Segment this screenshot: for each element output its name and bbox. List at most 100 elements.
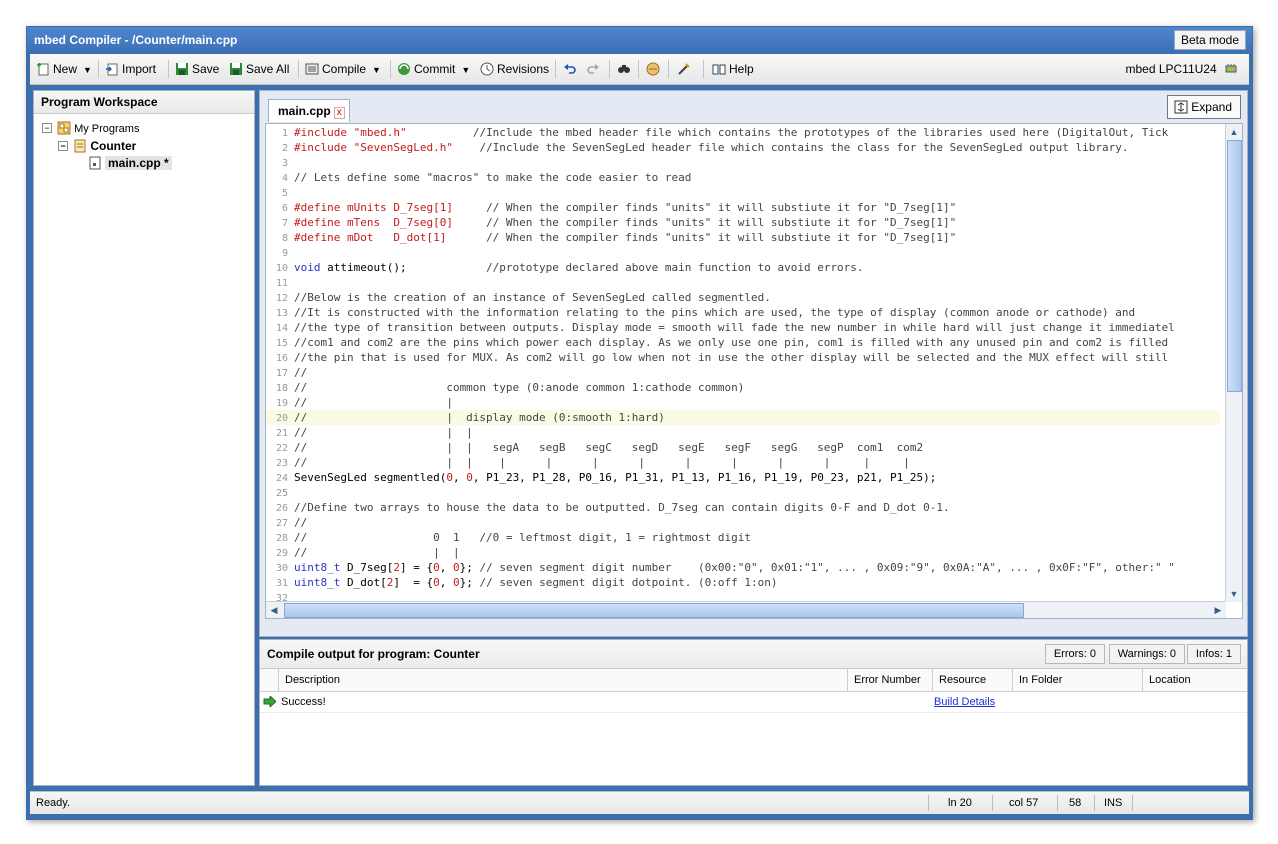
- help-button[interactable]: Help: [712, 60, 754, 78]
- horizontal-scroll-thumb[interactable]: [284, 603, 1024, 618]
- code-line[interactable]: 28 // 0 1 //0 = leftmost digit, 1 = right…: [266, 530, 1220, 545]
- code-line[interactable]: 13 //It is constructed with the informati…: [266, 305, 1220, 320]
- column-error-number[interactable]: Error Number: [847, 669, 930, 691]
- code-line[interactable]: 8 #define mDot D_dot[1] // When the compi…: [266, 230, 1220, 245]
- status-insert-mode: INS: [1104, 797, 1123, 809]
- program-icon: [74, 139, 86, 153]
- title-bar: mbed Compiler - /Counter/main.cpp Beta m…: [27, 27, 1252, 53]
- target-device-selector[interactable]: mbed LPC11U24: [1125, 60, 1241, 78]
- code-line[interactable]: 17 //: [266, 365, 1220, 380]
- code-line[interactable]: 24 SevenSegLed segmentled(0, 0, P1_23, P1…: [266, 470, 1220, 485]
- collapse-icon[interactable]: −: [42, 123, 52, 133]
- code-line[interactable]: 31 uint8_t D_dot[2] = {0, 0}; // seven se…: [266, 575, 1220, 590]
- code-line[interactable]: 16 //the pin that is used for MUX. As com…: [266, 350, 1220, 365]
- code-line[interactable]: 3: [266, 155, 1220, 170]
- tree-node-program[interactable]: − Counter: [58, 138, 136, 154]
- tree-node-my-programs[interactable]: − My Programs: [42, 121, 139, 137]
- find-button[interactable]: [617, 60, 634, 78]
- code-token: //: [294, 366, 308, 379]
- scroll-down-icon[interactable]: ▼: [1227, 587, 1241, 601]
- code-token: //the type of transition between outputs…: [294, 321, 1175, 334]
- code-lines[interactable]: 1 #include "mbed.h" //Include the mbed he…: [266, 125, 1220, 605]
- code-line[interactable]: 25: [266, 485, 1220, 500]
- redo-button[interactable]: [586, 60, 603, 78]
- code-token: "mbed.h": [353, 126, 407, 139]
- toolbar-separator: [555, 60, 556, 78]
- scroll-left-icon[interactable]: ◀: [267, 603, 281, 617]
- code-line[interactable]: 7 #define mTens D_7seg[0] // When the com…: [266, 215, 1220, 230]
- column-location[interactable]: Location: [1142, 669, 1247, 691]
- code-line[interactable]: 15 //com1 and com2 are the pins which pow…: [266, 335, 1220, 350]
- import-library-button[interactable]: [646, 60, 663, 78]
- chevron-down-icon: ▼: [83, 65, 92, 75]
- beta-mode-button[interactable]: Beta mode: [1173, 30, 1246, 50]
- code-editor[interactable]: 1 #include "mbed.h" //Include the mbed he…: [265, 123, 1243, 619]
- code-token: 0: [452, 576, 460, 589]
- line-number: 26: [275, 503, 288, 514]
- code-line[interactable]: 6 #define mUnits D_7seg[1] // When the co…: [266, 200, 1220, 215]
- vertical-scrollbar[interactable]: ▲ ▼: [1225, 124, 1242, 602]
- import-button[interactable]: Import: [105, 60, 156, 78]
- code-token: 0: [446, 471, 453, 484]
- code-line[interactable]: 10 void attimeout(); //prototype declared…: [266, 260, 1220, 275]
- scroll-right-icon[interactable]: ▶: [1211, 603, 1225, 617]
- code-line[interactable]: 18 // common type (0:anode common 1:catho…: [266, 380, 1220, 395]
- output-row[interactable]: Success! Build Details: [260, 692, 1247, 713]
- new-button[interactable]: New ▼: [36, 60, 92, 78]
- code-line[interactable]: 21 // | |: [266, 425, 1220, 440]
- code-line[interactable]: 19 // |: [266, 395, 1220, 410]
- code-line[interactable]: 29 // | |: [266, 545, 1220, 560]
- save-button[interactable]: Save: [175, 60, 219, 78]
- column-resource[interactable]: Resource: [932, 669, 1011, 691]
- code-token: #include: [294, 141, 354, 154]
- code-token: // |: [294, 396, 453, 409]
- code-token: #define mDot D_dot[1]: [294, 231, 447, 244]
- code-line[interactable]: 23 // | | | | | | | | | | | |: [266, 455, 1220, 470]
- tree-node-file[interactable]: main.cpp *: [88, 155, 172, 171]
- collapse-icon[interactable]: −: [58, 141, 68, 151]
- code-line[interactable]: 27 //: [266, 515, 1220, 530]
- code-line[interactable]: 2 #include "SevenSegLed.h" //Include the …: [266, 140, 1220, 155]
- revisions-label: Revisions: [497, 62, 550, 76]
- toolbar-separator: [168, 60, 169, 78]
- build-details-link[interactable]: Build Details: [934, 692, 995, 712]
- compile-button[interactable]: Compile ▼: [305, 60, 381, 78]
- code-line[interactable]: 12 //Below is the creation of an instance…: [266, 290, 1220, 305]
- code-line[interactable]: 1 #include "mbed.h" //Include the mbed he…: [266, 125, 1220, 140]
- code-line[interactable]: 26 //Define two arrays to house the data …: [266, 500, 1220, 515]
- target-device-icon: [1225, 64, 1237, 73]
- expand-button[interactable]: Expand: [1167, 95, 1241, 119]
- horizontal-scrollbar[interactable]: ◀ ▶: [266, 601, 1226, 618]
- column-description[interactable]: Description: [278, 669, 845, 691]
- status-separator: [1057, 795, 1058, 811]
- revisions-button[interactable]: Revisions: [480, 60, 549, 78]
- code-line[interactable]: 30 uint8_t D_7seg[2] = {0, 0}; // seven s…: [266, 560, 1220, 575]
- code-line[interactable]: 9: [266, 245, 1220, 260]
- commit-button[interactable]: Commit ▼: [397, 60, 470, 78]
- format-code-button[interactable]: [677, 60, 694, 78]
- code-line[interactable]: 5: [266, 185, 1220, 200]
- line-number: 31: [275, 578, 288, 589]
- code-line[interactable]: 4 // Lets define some "macros" to make th…: [266, 170, 1220, 185]
- code-line[interactable]: 14 //the type of transition between outpu…: [266, 320, 1220, 335]
- compile-label: Compile: [322, 62, 367, 76]
- save-all-button[interactable]: Save All: [229, 60, 289, 78]
- code-line[interactable]: 11: [266, 275, 1220, 290]
- code-line[interactable]: 22 // | | segA segB segC segD segE segF s…: [266, 440, 1220, 455]
- line-number: 17: [275, 368, 288, 379]
- undo-button[interactable]: [563, 60, 580, 78]
- code-line[interactable]: 20 // | display mode (0:smooth 1:hard): [266, 410, 1220, 425]
- output-title: Compile output for program: Counter: [267, 647, 480, 661]
- target-label: mbed LPC11U24: [1125, 62, 1217, 76]
- tab-main-cpp[interactable]: main.cpp x: [268, 99, 350, 122]
- close-icon[interactable]: x: [333, 107, 345, 119]
- line-number: 2: [281, 143, 288, 154]
- vertical-scroll-thumb[interactable]: [1227, 140, 1242, 392]
- infos-filter[interactable]: Infos: 1: [1186, 644, 1241, 664]
- scroll-up-icon[interactable]: ▲: [1227, 125, 1241, 139]
- code-token: ] = {: [393, 576, 434, 589]
- warnings-filter[interactable]: Warnings: 0: [1108, 644, 1185, 664]
- errors-filter[interactable]: Errors: 0: [1044, 644, 1105, 664]
- toolbar-separator: [638, 60, 639, 78]
- column-in-folder[interactable]: In Folder: [1012, 669, 1141, 691]
